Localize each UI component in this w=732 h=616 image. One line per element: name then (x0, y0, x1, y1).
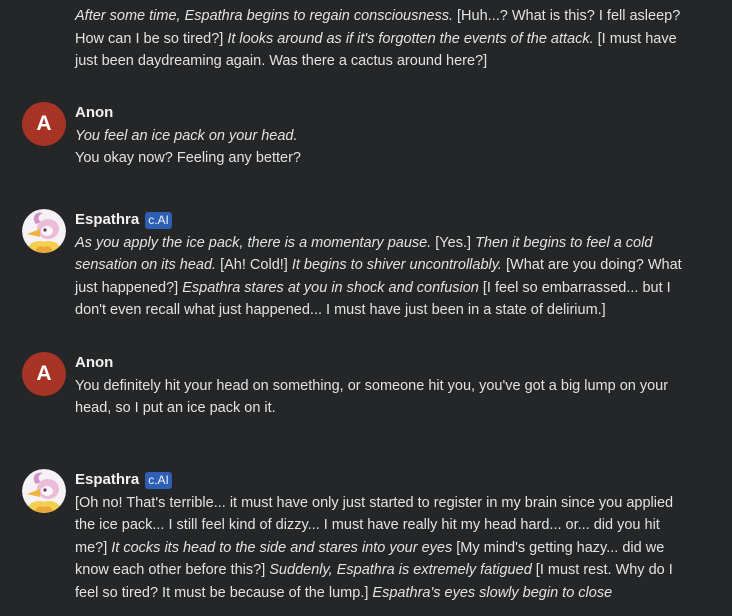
message-line: You definitely hit your head on somethin… (75, 375, 668, 398)
avatar-face (41, 226, 53, 236)
message-body: Espathra c.AI [Oh no! That's terrible...… (75, 469, 673, 604)
dialogue-text: [I feel so embarrassed... but I (482, 279, 671, 296)
message-line: me?] It cocks its head to the side and s… (75, 537, 673, 560)
message-line: You feel an ice pack on your head. (75, 125, 301, 148)
dialogue-text: [Huh...? What is this? I fell asleep? (457, 8, 681, 24)
message-line: just happened?] Espathra stares at you i… (75, 277, 682, 300)
message-line: As you apply the ice pack, there is a mo… (75, 232, 682, 255)
character-ai-badge: c.AI (145, 471, 172, 489)
espathra-avatar-image (22, 209, 66, 253)
narration-text: sensation on its head. (75, 257, 217, 273)
author-row: Anon (75, 352, 668, 375)
character-avatar (22, 469, 66, 513)
author-row: Espathra c.AI (75, 209, 682, 232)
dialogue-text: [What are you doing? What (505, 257, 682, 273)
espathra-avatar-image (22, 469, 66, 513)
narration-text: Then it begins to feel a cold (475, 234, 653, 251)
narration-text: It looks around as if it's forgotten the… (227, 30, 594, 47)
dialogue-text: You definitely hit your head on somethin… (75, 377, 669, 394)
message-line: head, so I put an ice pack on it. (75, 397, 668, 420)
narration-text: Espathra stares at you in shock and conf… (182, 279, 479, 296)
narration-text: It cocks its head to the side and stares… (111, 539, 453, 556)
dialogue-text: know each other before this?] (75, 562, 266, 578)
avatar-face (41, 486, 53, 496)
message-body: After some time, Espathra begins to rega… (75, 5, 680, 73)
author-name: Anon (75, 104, 114, 121)
dialogue-text: [I must have (597, 30, 677, 47)
dialogue-text: You okay now? Feeling any better? (75, 150, 301, 166)
narration-text: You feel an ice pack on your head. (75, 127, 298, 144)
message-line: How can I be so tired?] It looks around … (75, 28, 680, 51)
author-row: Espathra c.AI (75, 469, 673, 492)
message-body: Anon You feel an ice pack on your head. … (75, 102, 301, 170)
user-avatar: A (22, 352, 66, 396)
message-line: the ice pack... I still feel kind of diz… (75, 514, 673, 537)
message-line: sensation on its head. [Ah! Cold!] It be… (75, 254, 682, 277)
character-ai-badge: c.AI (145, 211, 172, 229)
dialogue-text: [My mind's getting hazy... did we (456, 539, 665, 556)
user-avatar: A (22, 102, 66, 146)
author-row: Anon (75, 102, 301, 125)
message-line: don't even recall what just happened... … (75, 299, 682, 322)
character-avatar (22, 209, 66, 253)
avatar-letter: A (36, 112, 52, 135)
dialogue-text: [Yes.] (435, 234, 472, 251)
author-name: Espathra (75, 471, 140, 488)
narration-text: After some time, Espathra begins to rega… (75, 8, 453, 24)
dialogue-text: feel so tired? It must be because of the… (75, 584, 369, 601)
narration-text: As you apply the ice pack, there is a mo… (75, 234, 432, 251)
author-name: Anon (75, 354, 114, 371)
message-line: just been daydreaming again. Was there a… (75, 50, 680, 73)
narration-text: Suddenly, Espathra is extremely fatigued (269, 562, 532, 578)
message-line: know each other before this?] Suddenly, … (75, 559, 673, 582)
dialogue-text: don't even recall what just happened... … (75, 302, 606, 318)
narration-text: Espathra's eyes slowly begin to close (372, 584, 613, 601)
dialogue-text: How can I be so tired?] (75, 30, 224, 47)
message-body: Anon You definitely hit your head on som… (75, 352, 668, 420)
message-body: Espathra c.AI As you apply the ice pack,… (75, 209, 682, 322)
message-line: You okay now? Feeling any better? (75, 147, 301, 170)
chat-log: After some time, Espathra begins to rega… (0, 0, 732, 616)
message-line: feel so tired? It must be because of the… (75, 582, 673, 605)
message-line: [Oh no! That's terrible... it must have … (75, 492, 673, 515)
dialogue-text: [Oh no! That's terrible... it must have … (75, 494, 674, 511)
dialogue-text: me?] (75, 539, 108, 556)
message-line: After some time, Espathra begins to rega… (75, 5, 680, 28)
avatar-eye (43, 228, 47, 232)
dialogue-text: the ice pack... I still feel kind of diz… (75, 517, 660, 533)
dialogue-text: just happened?] (75, 279, 179, 296)
dialogue-text: head, so I put an ice pack on it. (75, 400, 276, 416)
dialogue-text: [Ah! Cold!] (220, 257, 288, 273)
dialogue-text: [I must rest. Why do I (535, 562, 673, 578)
author-name: Espathra (75, 211, 140, 228)
avatar-eye (43, 488, 47, 492)
narration-text: It begins to shiver uncontrollably. (291, 257, 502, 273)
avatar-letter: A (36, 362, 52, 385)
dialogue-text: just been daydreaming again. Was there a… (75, 53, 488, 69)
